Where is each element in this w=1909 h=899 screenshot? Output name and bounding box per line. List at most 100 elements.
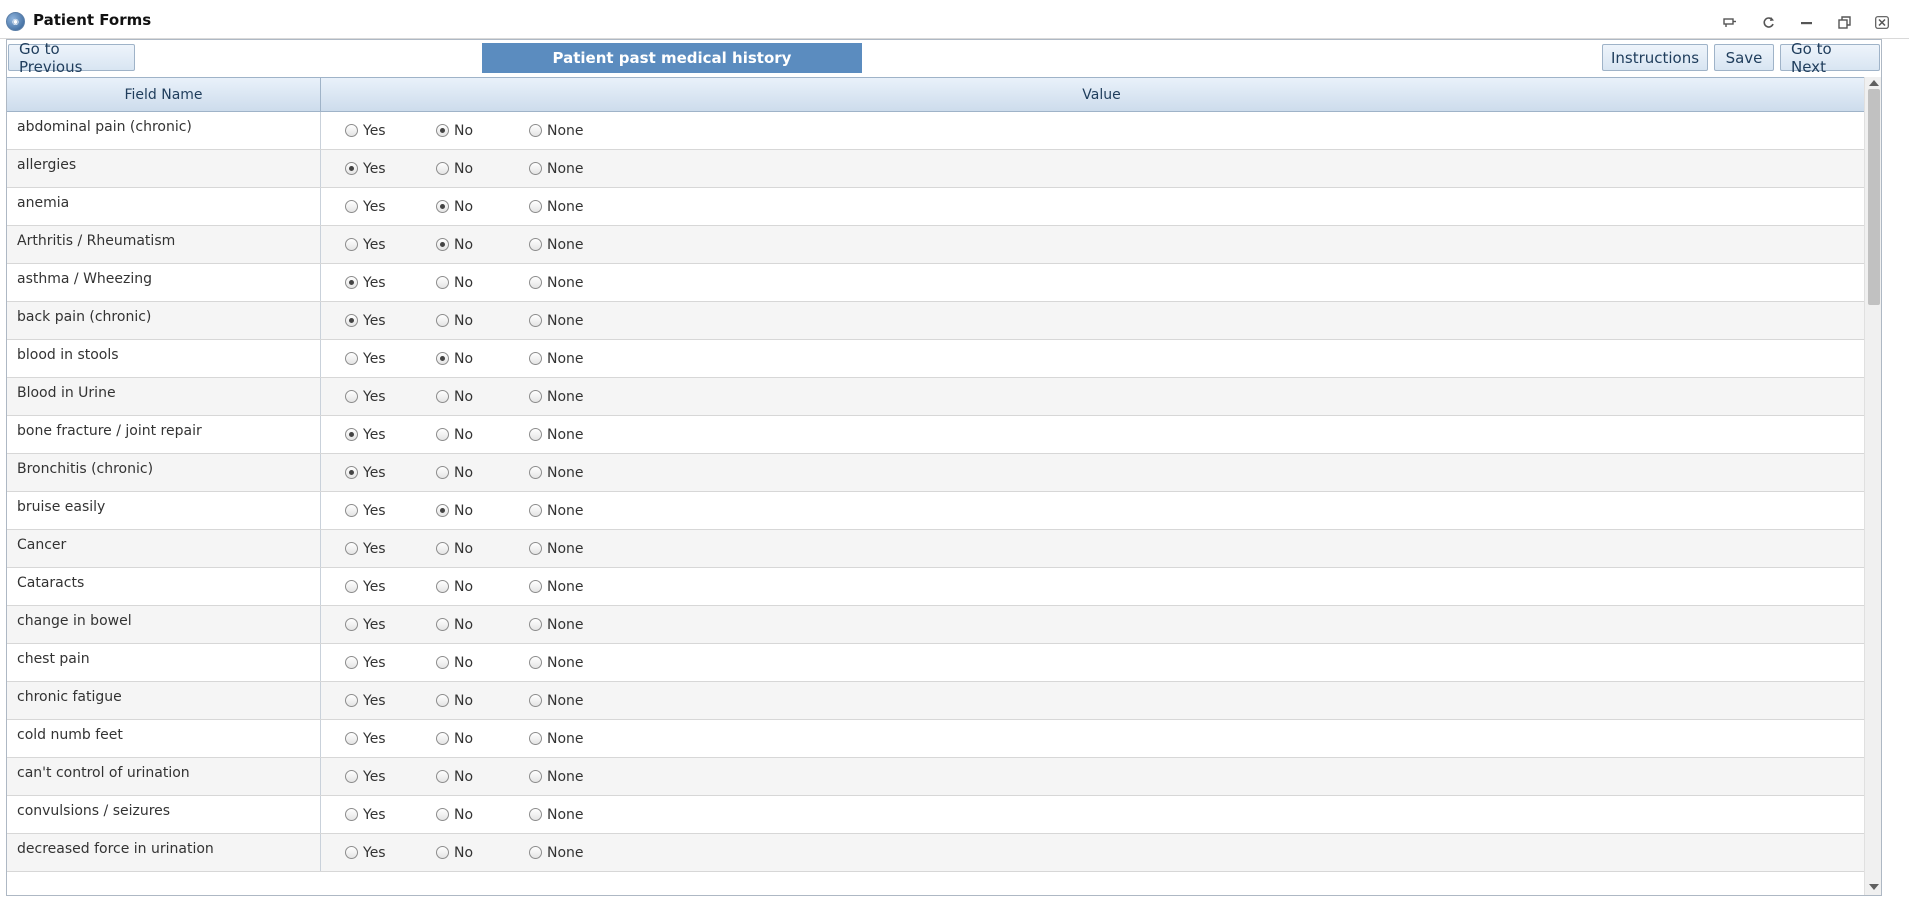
radio-button-yes[interactable] <box>345 769 358 783</box>
radio-button-no[interactable] <box>436 769 449 783</box>
restore-icon[interactable] <box>1825 12 1863 32</box>
radio-button-no[interactable] <box>436 617 449 631</box>
radio-option-yes[interactable]: Yes <box>345 199 386 215</box>
vertical-scrollbar[interactable] <box>1864 77 1881 895</box>
radio-button-yes[interactable] <box>345 731 358 745</box>
radio-button-no[interactable] <box>436 579 449 593</box>
scroll-down-icon[interactable] <box>1869 884 1879 890</box>
radio-button-none[interactable] <box>529 389 542 403</box>
radio-option-no[interactable]: No <box>436 161 473 177</box>
radio-button-yes[interactable] <box>345 579 358 593</box>
radio-button-none[interactable] <box>529 731 542 745</box>
radio-button-none[interactable] <box>529 617 542 631</box>
radio-option-none[interactable]: None <box>529 579 584 595</box>
column-header-field-name[interactable]: Field Name <box>7 78 321 111</box>
radio-button-no[interactable] <box>436 123 449 137</box>
radio-button-yes[interactable] <box>345 199 358 213</box>
radio-option-none[interactable]: None <box>529 465 584 481</box>
radio-option-none[interactable]: None <box>529 313 584 329</box>
radio-button-none[interactable] <box>529 465 542 479</box>
radio-button-no[interactable] <box>436 845 449 859</box>
radio-option-no[interactable]: No <box>436 389 473 405</box>
radio-option-yes[interactable]: Yes <box>345 351 386 367</box>
radio-option-yes[interactable]: Yes <box>345 161 386 177</box>
radio-option-no[interactable]: No <box>436 693 473 709</box>
radio-option-no[interactable]: No <box>436 427 473 443</box>
radio-option-none[interactable]: None <box>529 617 584 633</box>
radio-button-yes[interactable] <box>345 237 358 251</box>
radio-button-yes[interactable] <box>345 503 358 517</box>
radio-option-no[interactable]: No <box>436 313 473 329</box>
radio-option-yes[interactable]: Yes <box>345 123 386 139</box>
radio-button-none[interactable] <box>529 845 542 859</box>
radio-button-no[interactable] <box>436 541 449 555</box>
radio-button-no[interactable] <box>436 807 449 821</box>
radio-button-none[interactable] <box>529 541 542 555</box>
radio-option-no[interactable]: No <box>436 123 473 139</box>
column-header-value[interactable]: Value <box>321 78 1881 111</box>
radio-button-none[interactable] <box>529 351 542 365</box>
radio-option-no[interactable]: No <box>436 807 473 823</box>
radio-button-yes[interactable] <box>345 427 358 441</box>
radio-button-none[interactable] <box>529 655 542 669</box>
radio-option-none[interactable]: None <box>529 807 584 823</box>
go-to-previous-button[interactable]: Go to Previous <box>8 40 135 76</box>
radio-option-yes[interactable]: Yes <box>345 503 386 519</box>
radio-button-no[interactable] <box>436 503 449 517</box>
radio-option-yes[interactable]: Yes <box>345 807 386 823</box>
radio-button-none[interactable] <box>529 199 542 213</box>
radio-button-yes[interactable] <box>345 389 358 403</box>
radio-option-yes[interactable]: Yes <box>345 541 386 557</box>
radio-button-none[interactable] <box>529 161 542 175</box>
radio-button-yes[interactable] <box>345 351 358 365</box>
radio-option-no[interactable]: No <box>436 351 473 367</box>
radio-button-none[interactable] <box>529 579 542 593</box>
radio-button-no[interactable] <box>436 655 449 669</box>
radio-option-none[interactable]: None <box>529 503 584 519</box>
radio-option-yes[interactable]: Yes <box>345 579 386 595</box>
radio-button-no[interactable] <box>436 275 449 289</box>
pin-icon[interactable] <box>1711 12 1749 32</box>
radio-button-none[interactable] <box>529 123 542 137</box>
radio-option-none[interactable]: None <box>529 389 584 405</box>
radio-option-yes[interactable]: Yes <box>345 427 386 443</box>
scrollbar-thumb[interactable] <box>1868 89 1880 305</box>
radio-option-yes[interactable]: Yes <box>345 275 386 291</box>
radio-button-no[interactable] <box>436 427 449 441</box>
scroll-up-icon[interactable] <box>1869 80 1879 86</box>
radio-option-yes[interactable]: Yes <box>345 617 386 633</box>
radio-option-yes[interactable]: Yes <box>345 845 386 861</box>
radio-option-none[interactable]: None <box>529 427 584 443</box>
radio-option-none[interactable]: None <box>529 693 584 709</box>
radio-button-yes[interactable] <box>345 161 358 175</box>
radio-option-none[interactable]: None <box>529 731 584 747</box>
close-icon[interactable] <box>1863 12 1901 32</box>
radio-button-none[interactable] <box>529 503 542 517</box>
radio-button-no[interactable] <box>436 389 449 403</box>
radio-option-none[interactable]: None <box>529 655 584 671</box>
radio-button-none[interactable] <box>529 807 542 821</box>
radio-button-none[interactable] <box>529 427 542 441</box>
radio-option-no[interactable]: No <box>436 275 473 291</box>
radio-button-no[interactable] <box>436 693 449 707</box>
radio-option-no[interactable]: No <box>436 541 473 557</box>
radio-option-none[interactable]: None <box>529 769 584 785</box>
radio-button-no[interactable] <box>436 161 449 175</box>
radio-option-no[interactable]: No <box>436 237 473 253</box>
radio-option-no[interactable]: No <box>436 655 473 671</box>
radio-option-none[interactable]: None <box>529 237 584 253</box>
radio-option-no[interactable]: No <box>436 617 473 633</box>
radio-option-no[interactable]: No <box>436 769 473 785</box>
radio-button-no[interactable] <box>436 731 449 745</box>
radio-option-none[interactable]: None <box>529 123 584 139</box>
radio-option-yes[interactable]: Yes <box>345 731 386 747</box>
minimize-icon[interactable] <box>1787 12 1825 32</box>
radio-option-no[interactable]: No <box>436 503 473 519</box>
radio-button-yes[interactable] <box>345 807 358 821</box>
radio-option-no[interactable]: No <box>436 731 473 747</box>
instructions-button[interactable]: Instructions <box>1602 44 1708 71</box>
radio-option-none[interactable]: None <box>529 275 584 291</box>
radio-button-yes[interactable] <box>345 313 358 327</box>
save-button[interactable]: Save <box>1714 44 1774 71</box>
go-to-next-button[interactable]: Go to Next <box>1780 40 1880 76</box>
